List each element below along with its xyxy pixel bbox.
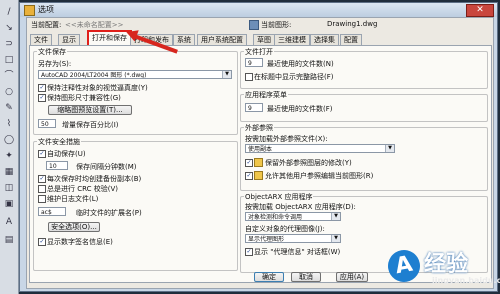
log-file-label: 维护日志文件(L) [47,195,99,203]
arc-tool-icon[interactable]: ⌒ [3,70,15,82]
drawing-value: Drawing1.dwg [327,20,378,28]
log-file-checkbox[interactable] [38,195,46,203]
drawing-icon [249,20,259,30]
recent-files-input[interactable]: 9 [245,58,263,67]
temp-ext-label: 临时文件的扩展名(P) [76,209,142,217]
crc-checkbox[interactable] [38,185,46,193]
close-button[interactable]: ✕ [466,4,494,17]
block-tool-icon[interactable]: ▤ [3,234,15,246]
revcloud-tool-icon[interactable]: ✎ [3,102,15,114]
spline-tool-icon[interactable]: ⌇ [3,118,15,130]
autosave-minutes-label: 保存间隔分钟数(M) [76,163,137,171]
save-as-label: 另存为(S): [38,60,72,68]
crc-label: 总是进行 CRC 校验(V) [47,185,118,193]
line-tool-icon[interactable]: / [3,6,15,18]
app-icon [24,5,35,16]
profile-label: 当前配置: [31,21,62,29]
text-tool-icon[interactable]: A [3,216,15,228]
retain-layer-changes-label: 保留外部参照图层的修改(Y) [265,159,352,167]
recent-files-label: 最近使用的文件数(N) [267,60,334,68]
autosave-label: 自动保存(U) [47,150,86,158]
arx-load-value: 对象检测和命令调用 [248,214,303,221]
watermark-logo-icon: A [385,247,423,285]
digital-signature-label: 显示数字签名信息(E) [47,238,113,246]
file-save-group: 文件保存 另存为(S): AutoCAD 2004/LT2004 图形 (*.d… [33,47,238,135]
profile-value: <<未命名配置>> [65,21,124,29]
point-tool-icon[interactable]: ✦ [3,150,15,162]
backup-label: 每次保存时均创建备份副本(B) [47,175,142,183]
apply-button[interactable]: 应用(A) [336,272,368,282]
app-menu-recent-input[interactable]: 9 [245,103,263,112]
rectangle-tool-icon[interactable]: □ [3,54,15,66]
proxy-image-label: 自定义对象的代理图像(J): [245,225,325,233]
watermark-site: jingyan.baidu.com [432,276,500,285]
file-open-title: 文件打开 [244,47,274,57]
full-path-label: 在标题中显示完整路径(F) [254,73,334,81]
maintain-drawing-size-checkbox[interactable]: ✓ [38,94,46,102]
incremental-save-label: 增量保存百分比(I) [62,121,119,129]
retain-layer-changes-checkbox[interactable]: ✓ [245,159,253,167]
objectarx-title: ObjectARX 应用程序 [244,192,314,202]
proxy-image-value: 显示代理图形 [248,236,285,243]
allow-edit-label: 允许其他用户参照编辑当前图形(R) [265,172,374,180]
save-as-select[interactable]: AutoCAD 2004/LT2004 图形 (*.dwg) ▼ [38,70,232,79]
region-tool-icon[interactable]: ◫ [3,182,15,194]
cancel-button[interactable]: 取消 [291,272,321,282]
xref-title: 外部参照 [244,123,274,133]
ellipse-tool-icon[interactable]: ◯ [3,134,15,146]
ray-tool-icon[interactable]: ↘ [3,22,15,34]
chevron-down-icon: ▼ [331,213,340,220]
allow-edit-checkbox[interactable]: ✓ [245,172,253,180]
maintain-visual-checkbox[interactable]: ✓ [38,84,46,92]
watermark-text: 经验 [424,252,469,277]
temp-ext-input[interactable]: ac$ [38,207,66,216]
digital-signature-checkbox[interactable]: ✓ [38,238,46,246]
app-menu-recent-label: 最近使用的文件数(F) [267,105,333,113]
autosave-minutes-input[interactable]: 10 [46,161,68,170]
refedit-icon [254,171,263,180]
baidu-jingyan-watermark: A 经验 jingyan.baidu.com [384,242,500,292]
thumbnail-settings-button[interactable]: 缩略图预览设置(T)... [48,105,132,115]
chevron-down-icon: ▼ [331,235,340,242]
ok-button[interactable]: 确定 [254,272,284,282]
maintain-drawing-size-label: 保持图形尺寸兼容性(G) [47,94,121,102]
table-tool-icon[interactable]: ▣ [3,198,15,210]
file-safety-group: 文件安全措施 ✓ 自动保存(U) 10 保存间隔分钟数(M) ✓ 每次保存时均创… [33,137,238,271]
arx-load-label: 按需加载 ObjectARX 应用程序(D): [245,203,356,211]
dialog-title: 选项 [38,5,54,14]
autosave-checkbox[interactable]: ✓ [38,150,46,158]
chevron-down-icon: ▼ [222,71,231,78]
cad-left-toolbar: / ↘ ⊃ □ ⌒ ○ ✎ ⌇ ◯ ✦ ▦ ◫ ▣ A ▤ [0,0,19,294]
proxy-image-select[interactable]: 显示代理图形 ▼ [245,234,341,243]
hatch-tool-icon[interactable]: ▦ [3,166,15,178]
full-path-checkbox[interactable] [245,73,253,81]
title-bar[interactable]: 选项 ✕ [20,3,497,17]
demand-load-value: 使用副本 [248,146,273,153]
chevron-down-icon: ▼ [385,145,394,152]
proxy-info-label: 显示 "代理信息" 对话框(W) [254,248,341,256]
demand-load-select[interactable]: 使用副本 ▼ [245,144,395,153]
file-save-title: 文件保存 [37,47,67,57]
file-open-group: 文件打开 9 最近使用的文件数(N) 在标题中显示完整路径(F) [240,47,488,89]
arx-load-select[interactable]: 对象检测和命令调用 ▼ [245,212,341,221]
layer-icon [254,158,263,167]
demand-load-label: 按需加载外部参照文件(X): [245,135,328,143]
app-menu-group: 应用程序菜单 9 最近使用的文件数(F) [240,90,488,122]
xref-group: 外部参照 按需加载外部参照文件(X): 使用副本 ▼ ✓ 保留外部参照图层的修改… [240,123,488,191]
polyline-tool-icon[interactable]: ⊃ [3,38,15,50]
save-as-value: AutoCAD 2004/LT2004 图形 (*.dwg) [41,72,147,79]
drawing-label: 当前图形: [261,21,292,29]
security-options-button[interactable]: 安全选项(O)... [48,222,100,232]
circle-tool-icon[interactable]: ○ [3,86,15,98]
backup-checkbox[interactable]: ✓ [38,175,46,183]
incremental-save-input[interactable]: 50 [38,119,56,128]
file-safety-title: 文件安全措施 [37,137,81,147]
maintain-visual-label: 保持注释性对象的视觉逼真度(Y) [47,84,148,92]
proxy-info-checkbox[interactable]: ✓ [245,248,253,256]
app-menu-title: 应用程序菜单 [244,90,288,100]
